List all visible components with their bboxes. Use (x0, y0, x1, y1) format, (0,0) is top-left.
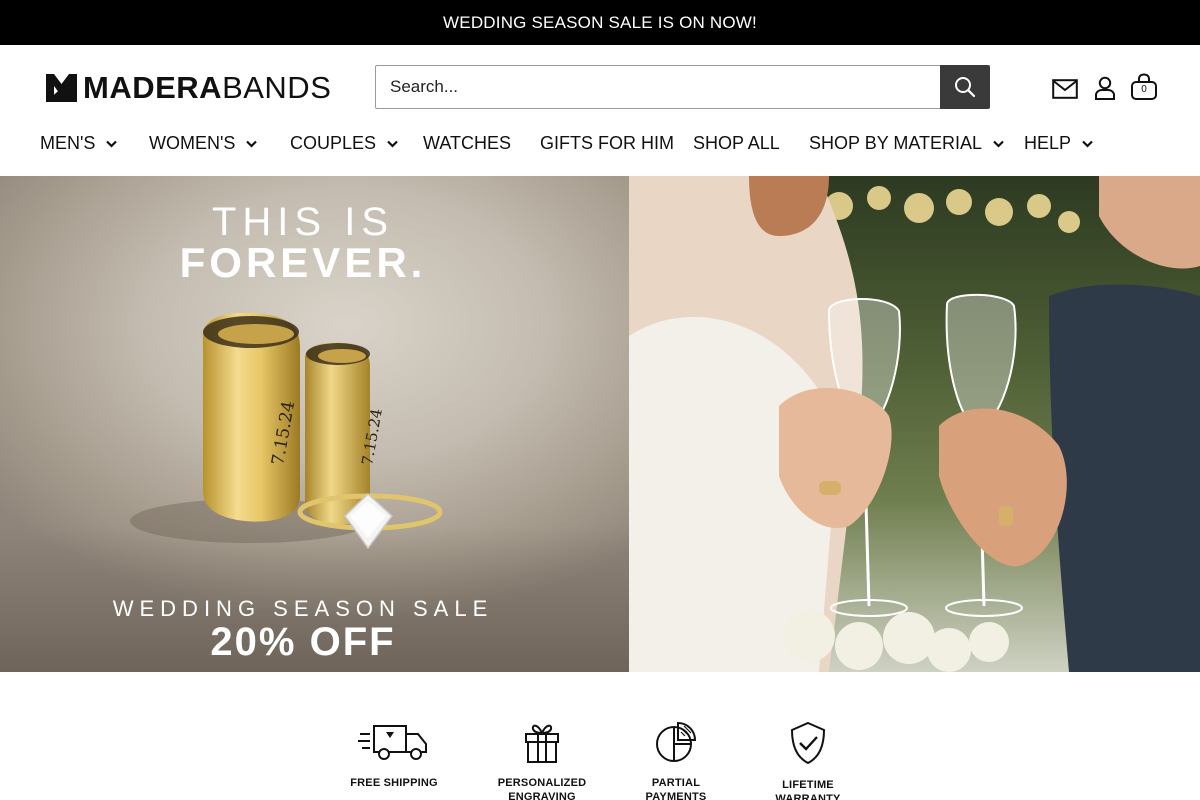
chevron-down-icon (993, 140, 1004, 148)
announcement-text: WEDDING SEASON SALE IS ON NOW! (443, 12, 757, 32)
nav-item-womens[interactable]: WOMEN'S (149, 129, 258, 157)
chevron-down-icon (1082, 140, 1093, 148)
feature-free-shipping: FREE SHIPPING (339, 720, 449, 790)
feature-personalized-engraving: PERSONALIZED ENGRAVING (487, 720, 597, 800)
nav-item-label: HELP (1024, 132, 1072, 153)
shield-check-icon (790, 721, 826, 765)
features-row: FREE SHIPPING PERSONALIZED ENGRAVING PAR… (0, 672, 1200, 800)
hero-heading-line-2: FOREVER. (179, 239, 427, 286)
search-bar (375, 65, 990, 109)
feature-lifetime-warranty: LIFETIME WARRANTY (753, 720, 863, 800)
hero-discount: 20% OFF (210, 620, 396, 664)
nav-item-label: MEN'S (40, 132, 96, 153)
brand-name-light: BANDS (222, 70, 332, 105)
feature-partial-payments: PARTIAL PAYMENTS (621, 720, 731, 800)
nav-item-gifts-for-him[interactable]: GIFTS FOR HIM (540, 129, 674, 157)
feature-label: LIFETIME WARRANTY (775, 779, 841, 800)
cart-count-badge: 0 (1141, 84, 1147, 95)
search-button[interactable] (940, 65, 990, 109)
pie-chart-icon (656, 721, 697, 762)
hero-promo-panel: 7.15.24 7.15.24 THIS IS FOREVER. WEDDING… (0, 176, 629, 672)
nav-item-watches[interactable]: WATCHES (423, 129, 511, 157)
contact-button[interactable] (1051, 75, 1079, 103)
main-navigation: MEN'S WOMEN'S COUPLES WATCHES GIFTS FOR … (0, 129, 1200, 157)
nav-item-couples[interactable]: COUPLES (290, 129, 399, 157)
search-input[interactable] (375, 65, 940, 109)
nav-item-label: GIFTS FOR HIM (540, 132, 674, 153)
brand-name-bold: MADERA (83, 70, 223, 105)
couple-toast-image (629, 176, 1200, 672)
announcement-bar: WEDDING SEASON SALE IS ON NOW! (0, 0, 1200, 45)
nav-item-label: SHOP ALL (693, 132, 780, 153)
feature-label: FREE SHIPPING (350, 777, 438, 789)
brand-wordmark: MADERABANDS (83, 72, 331, 104)
chevron-down-icon (387, 140, 398, 148)
cart-button[interactable]: 0 (1130, 73, 1158, 101)
brand-logo[interactable]: MADERABANDS (46, 72, 331, 104)
nav-item-label: SHOP BY MATERIAL (809, 132, 983, 153)
couple-toast-illustration (629, 176, 1200, 672)
nav-item-shop-by-material[interactable]: SHOP BY MATERIAL (809, 129, 1005, 157)
feature-label: PERSONALIZED ENGRAVING (497, 777, 587, 800)
nav-item-label: COUPLES (290, 132, 377, 153)
chevron-down-icon (106, 140, 118, 148)
gift-icon (525, 724, 559, 763)
site-header: MADERABANDS 0 MEN'S (0, 45, 1200, 176)
nav-item-label: WATCHES (423, 132, 511, 153)
feature-label: PARTIAL PAYMENTS (645, 777, 707, 800)
nav-item-help[interactable]: HELP (1024, 129, 1094, 157)
chevron-down-icon (246, 140, 258, 148)
mail-icon (1052, 79, 1078, 99)
search-icon (955, 77, 976, 98)
hero-sale-label: WEDDING SEASON SALE (112, 596, 494, 621)
truck-icon (358, 725, 427, 760)
user-icon (1095, 76, 1115, 100)
brand-mark-icon (46, 74, 77, 102)
nav-item-shop-all[interactable]: SHOP ALL (693, 129, 780, 157)
account-button[interactable] (1091, 74, 1119, 102)
nav-item-label: WOMEN'S (149, 132, 236, 153)
nav-item-mens[interactable]: MEN'S (40, 129, 118, 157)
hero-banner[interactable]: 7.15.24 7.15.24 THIS IS FOREVER. WEDDING… (0, 176, 1200, 672)
